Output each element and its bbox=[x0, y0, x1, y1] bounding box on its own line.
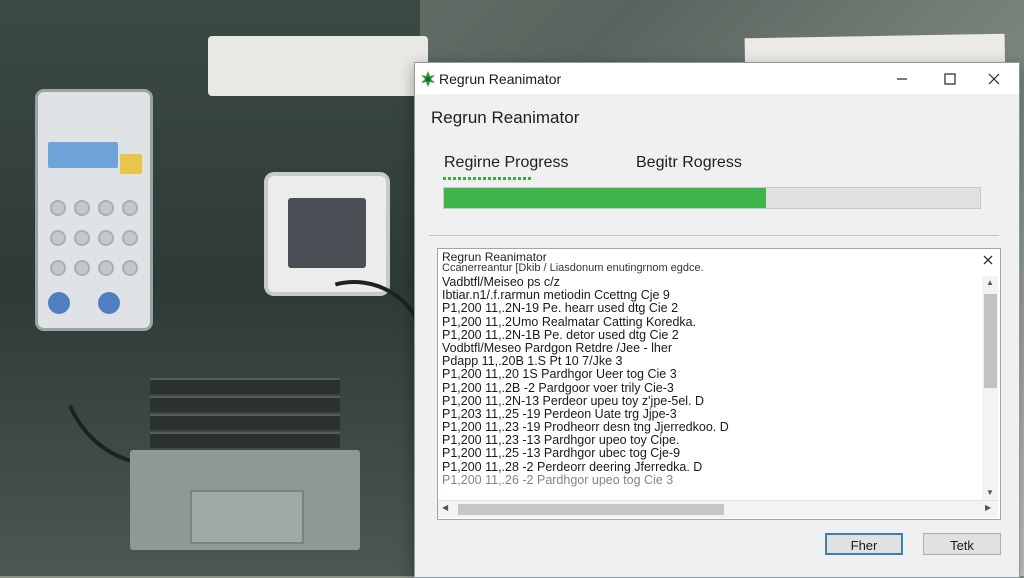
log-line: P1,200 11,.23 -13 Pardhgor upeo toy Cipe… bbox=[442, 434, 680, 448]
log-line: P1,200 11,.20 1S Pardhgor Ueer tog Cie 3 bbox=[442, 368, 677, 382]
window-title: Regrun Reanimator bbox=[439, 71, 562, 87]
log-line: Pdapp 11,.20B 1.S Pt 10 7/Jke 3 bbox=[442, 355, 623, 369]
minimize-button[interactable] bbox=[879, 63, 925, 94]
log-line: P1,200 11,.23 -19 Prodheorr desn tng Jje… bbox=[442, 421, 729, 435]
log-line: Vadbtfl/Meiseo ps c/z bbox=[442, 276, 560, 289]
log-list: Vadbtfl/Meiseo ps c/z Ibtiar.n1/.f.rarmun… bbox=[442, 276, 978, 487]
maximize-icon bbox=[944, 72, 956, 85]
log-line: P1,200 11,.2N-13 Perdeor upeu toy z'jpe-… bbox=[442, 394, 705, 408]
horizontal-scrollbar[interactable]: ◀ ▶ bbox=[438, 500, 998, 518]
log-line: P1,200 11,.26 -2 Pardhgor upeo tog Cie 3 bbox=[442, 473, 674, 487]
finish-button[interactable]: Fher bbox=[825, 533, 903, 555]
log-panel-subtitle: Ccanerreantur [Dkib / Liasdonum enutingr… bbox=[442, 262, 704, 274]
close-icon bbox=[988, 73, 1000, 84]
progress-label-primary: Regirne Progress bbox=[444, 154, 569, 171]
vertical-scrollbar[interactable]: ▲ ▼ bbox=[982, 276, 998, 500]
close-button[interactable] bbox=[971, 63, 1017, 94]
log-line: P1,200 11,.28 -2 Perdeorr deering Jferre… bbox=[442, 460, 703, 474]
log-panel: Regrun Reanimator Ccanerreantur [Dkib / … bbox=[437, 248, 1001, 520]
maximize-button[interactable] bbox=[927, 63, 973, 94]
scroll-up-icon[interactable]: ▲ bbox=[986, 278, 994, 287]
scroll-left-icon[interactable]: ◀ bbox=[442, 503, 448, 512]
secondary-button[interactable]: Tetk bbox=[923, 533, 1001, 555]
progress-label-secondary: Begitr Rogress bbox=[636, 154, 742, 171]
log-line: P1,203 11,.25 -19 Perdeon Uate trg Jjpe-… bbox=[442, 407, 677, 421]
title-bar[interactable]: Regrun Reanimator bbox=[415, 63, 1019, 94]
log-line: P1,200 11,.2N-19 Pe. hearr used dtg Cie … bbox=[442, 302, 679, 316]
heatsink bbox=[130, 450, 360, 550]
app-logo-icon bbox=[421, 71, 435, 87]
log-line: P1,200 11,.2B -2 Pardgoor voer trily Cie… bbox=[442, 381, 674, 395]
scroll-down-icon[interactable]: ▼ bbox=[986, 488, 994, 497]
log-line: P1,200 11,.25 -13 Pardhgor ubec tog Cje-… bbox=[442, 447, 681, 461]
progress-bar bbox=[443, 187, 981, 209]
page-title: Regrun Reanimator bbox=[431, 108, 580, 127]
log-line: P1,200 11,.2Umo Realmatar Catting Koredk… bbox=[442, 315, 697, 329]
progress-bar-fill bbox=[444, 188, 766, 208]
processor-chip bbox=[268, 176, 386, 292]
vertical-scroll-thumb[interactable] bbox=[984, 294, 997, 388]
log-close-button[interactable] bbox=[981, 253, 995, 267]
divider bbox=[429, 235, 999, 236]
progress-indicator-dots bbox=[443, 177, 531, 180]
horizontal-scroll-thumb[interactable] bbox=[458, 504, 724, 515]
app-window: Regrun Reanimator Regrun Reanimator Regi… bbox=[414, 62, 1020, 578]
minimize-icon bbox=[897, 77, 907, 80]
log-line: Vodbtfl/Meseo Pardgon Retdre /Jee - lher bbox=[442, 341, 672, 355]
board-component bbox=[208, 36, 428, 96]
log-line: P1,200 11,.2N-1B Pe. detor used dtg Cie … bbox=[442, 328, 679, 342]
scroll-right-icon[interactable]: ▶ bbox=[985, 503, 991, 512]
log-line: Ibtiar.n1/.f.rarmun metiodin Ccettng Cje… bbox=[442, 289, 670, 303]
close-icon bbox=[983, 255, 993, 265]
